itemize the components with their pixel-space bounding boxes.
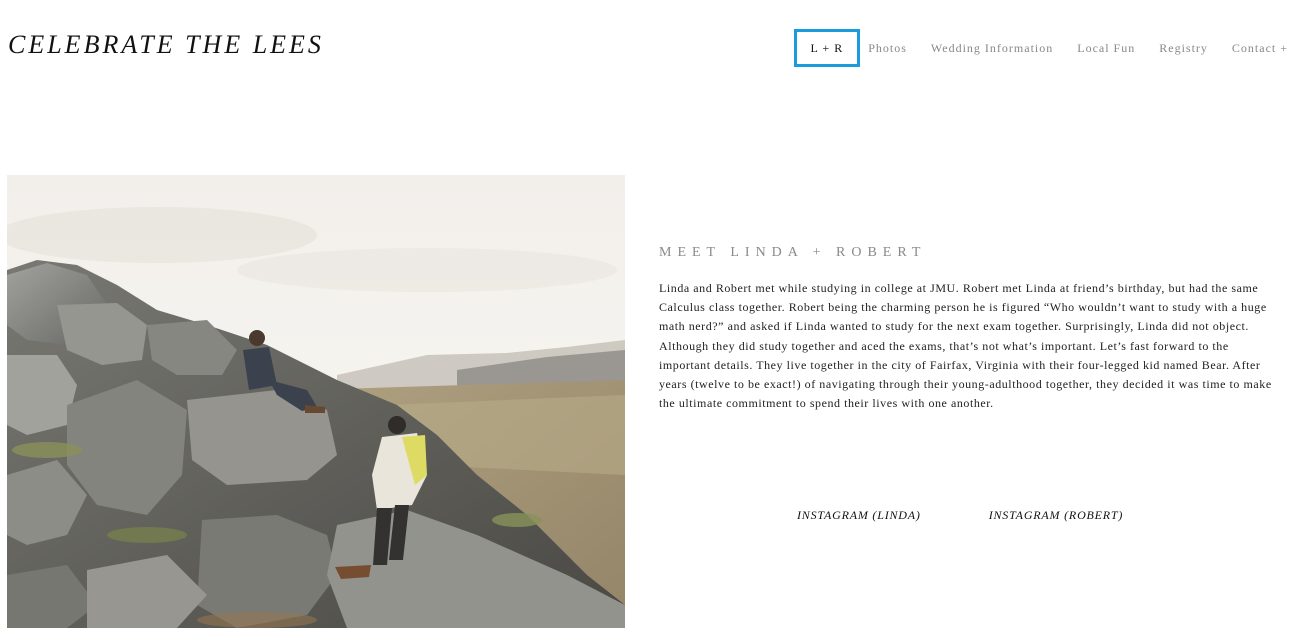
about-body-text: Linda and Robert met while studying in c… (659, 281, 1272, 411)
couple-photo (7, 175, 625, 628)
nav-item-registry[interactable]: Registry (1159, 41, 1208, 56)
instagram-linda-link[interactable]: INSTAGRAM (LINDA) (797, 508, 921, 523)
main-nav: L + R Photos Wedding Information Local F… (793, 29, 1288, 67)
nav-item-wedding-information[interactable]: Wedding Information (931, 41, 1053, 56)
nav-item-contact[interactable]: Contact + (1232, 41, 1288, 56)
nav-item-photos[interactable]: Photos (868, 41, 907, 56)
nav-item-local-fun[interactable]: Local Fun (1077, 41, 1135, 56)
about-heading: MEET LINDA + ROBERT (659, 245, 927, 260)
nav-item-lr[interactable]: L + R (793, 29, 861, 67)
site-title[interactable]: CELEBRATE THE LEES (8, 30, 324, 60)
instagram-robert-link[interactable]: INSTAGRAM (ROBERT) (989, 508, 1124, 523)
social-links: INSTAGRAM (LINDA) INSTAGRAM (ROBERT) (797, 508, 1123, 523)
about-section: MEET LINDA + ROBERT Linda and Robert met… (659, 245, 1281, 413)
